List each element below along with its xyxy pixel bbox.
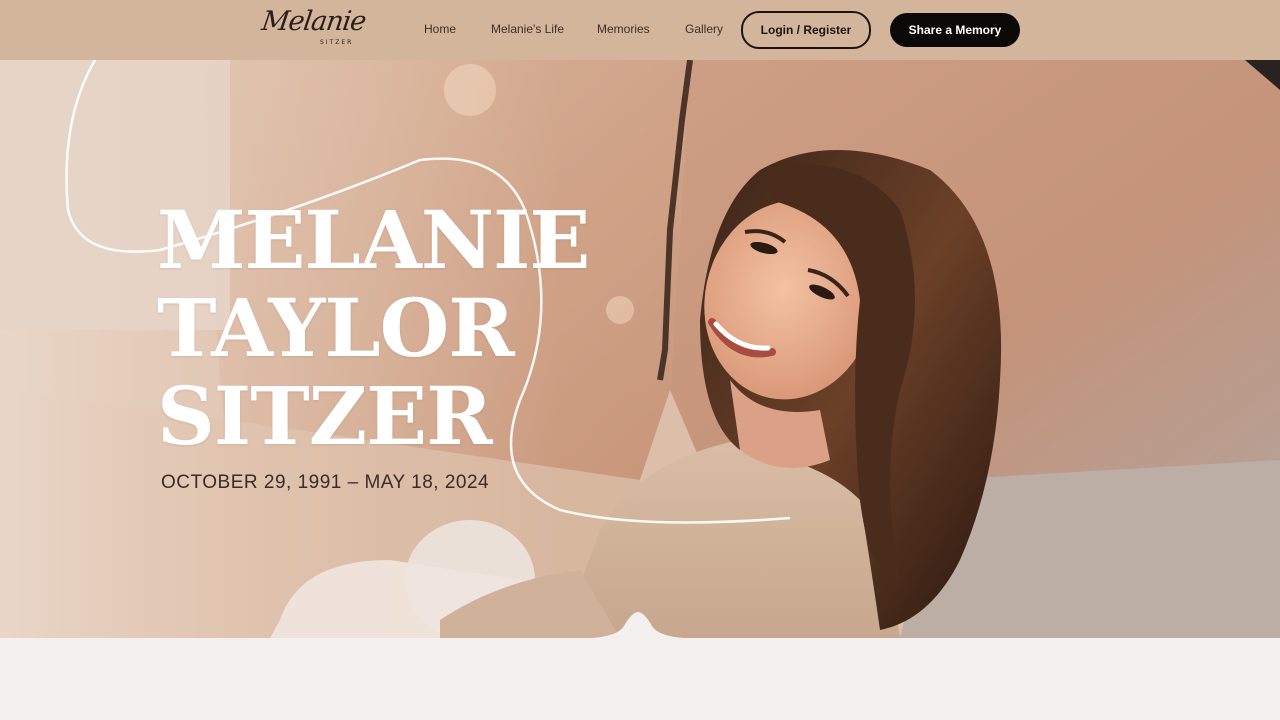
hero-name-line-2: TAYLOR [157, 281, 515, 375]
share-memory-button[interactable]: Share a Memory [890, 13, 1020, 47]
logo-sub-text: SITZER [320, 39, 354, 46]
nav-home-link[interactable]: Home [424, 22, 456, 36]
hero-name-heading: MELANIE TAYLOR SITZER [157, 193, 590, 463]
site-logo[interactable]: Melanie SITZER [258, 6, 368, 52]
site-header: Melanie SITZER Home Melanie's Life Memor… [0, 0, 1280, 60]
hero-name-line-3: SITZER [157, 369, 493, 463]
logo-script-text: Melanie [259, 6, 368, 37]
nav-melanies-life-link[interactable]: Melanie's Life [491, 22, 564, 36]
hero-bottom-notch [592, 612, 684, 642]
hero-section: MELANIE TAYLOR SITZER OCTOBER 29, 1991 –… [0, 60, 1280, 638]
nav-memories-link[interactable]: Memories [597, 22, 650, 36]
login-register-button[interactable]: Login / Register [741, 11, 871, 49]
nav-gallery-link[interactable]: Gallery [685, 22, 723, 36]
hero-name-line-1: MELANIE [157, 193, 590, 287]
hero-dates: OCTOBER 29, 1991 – MAY 18, 2024 [161, 472, 490, 493]
